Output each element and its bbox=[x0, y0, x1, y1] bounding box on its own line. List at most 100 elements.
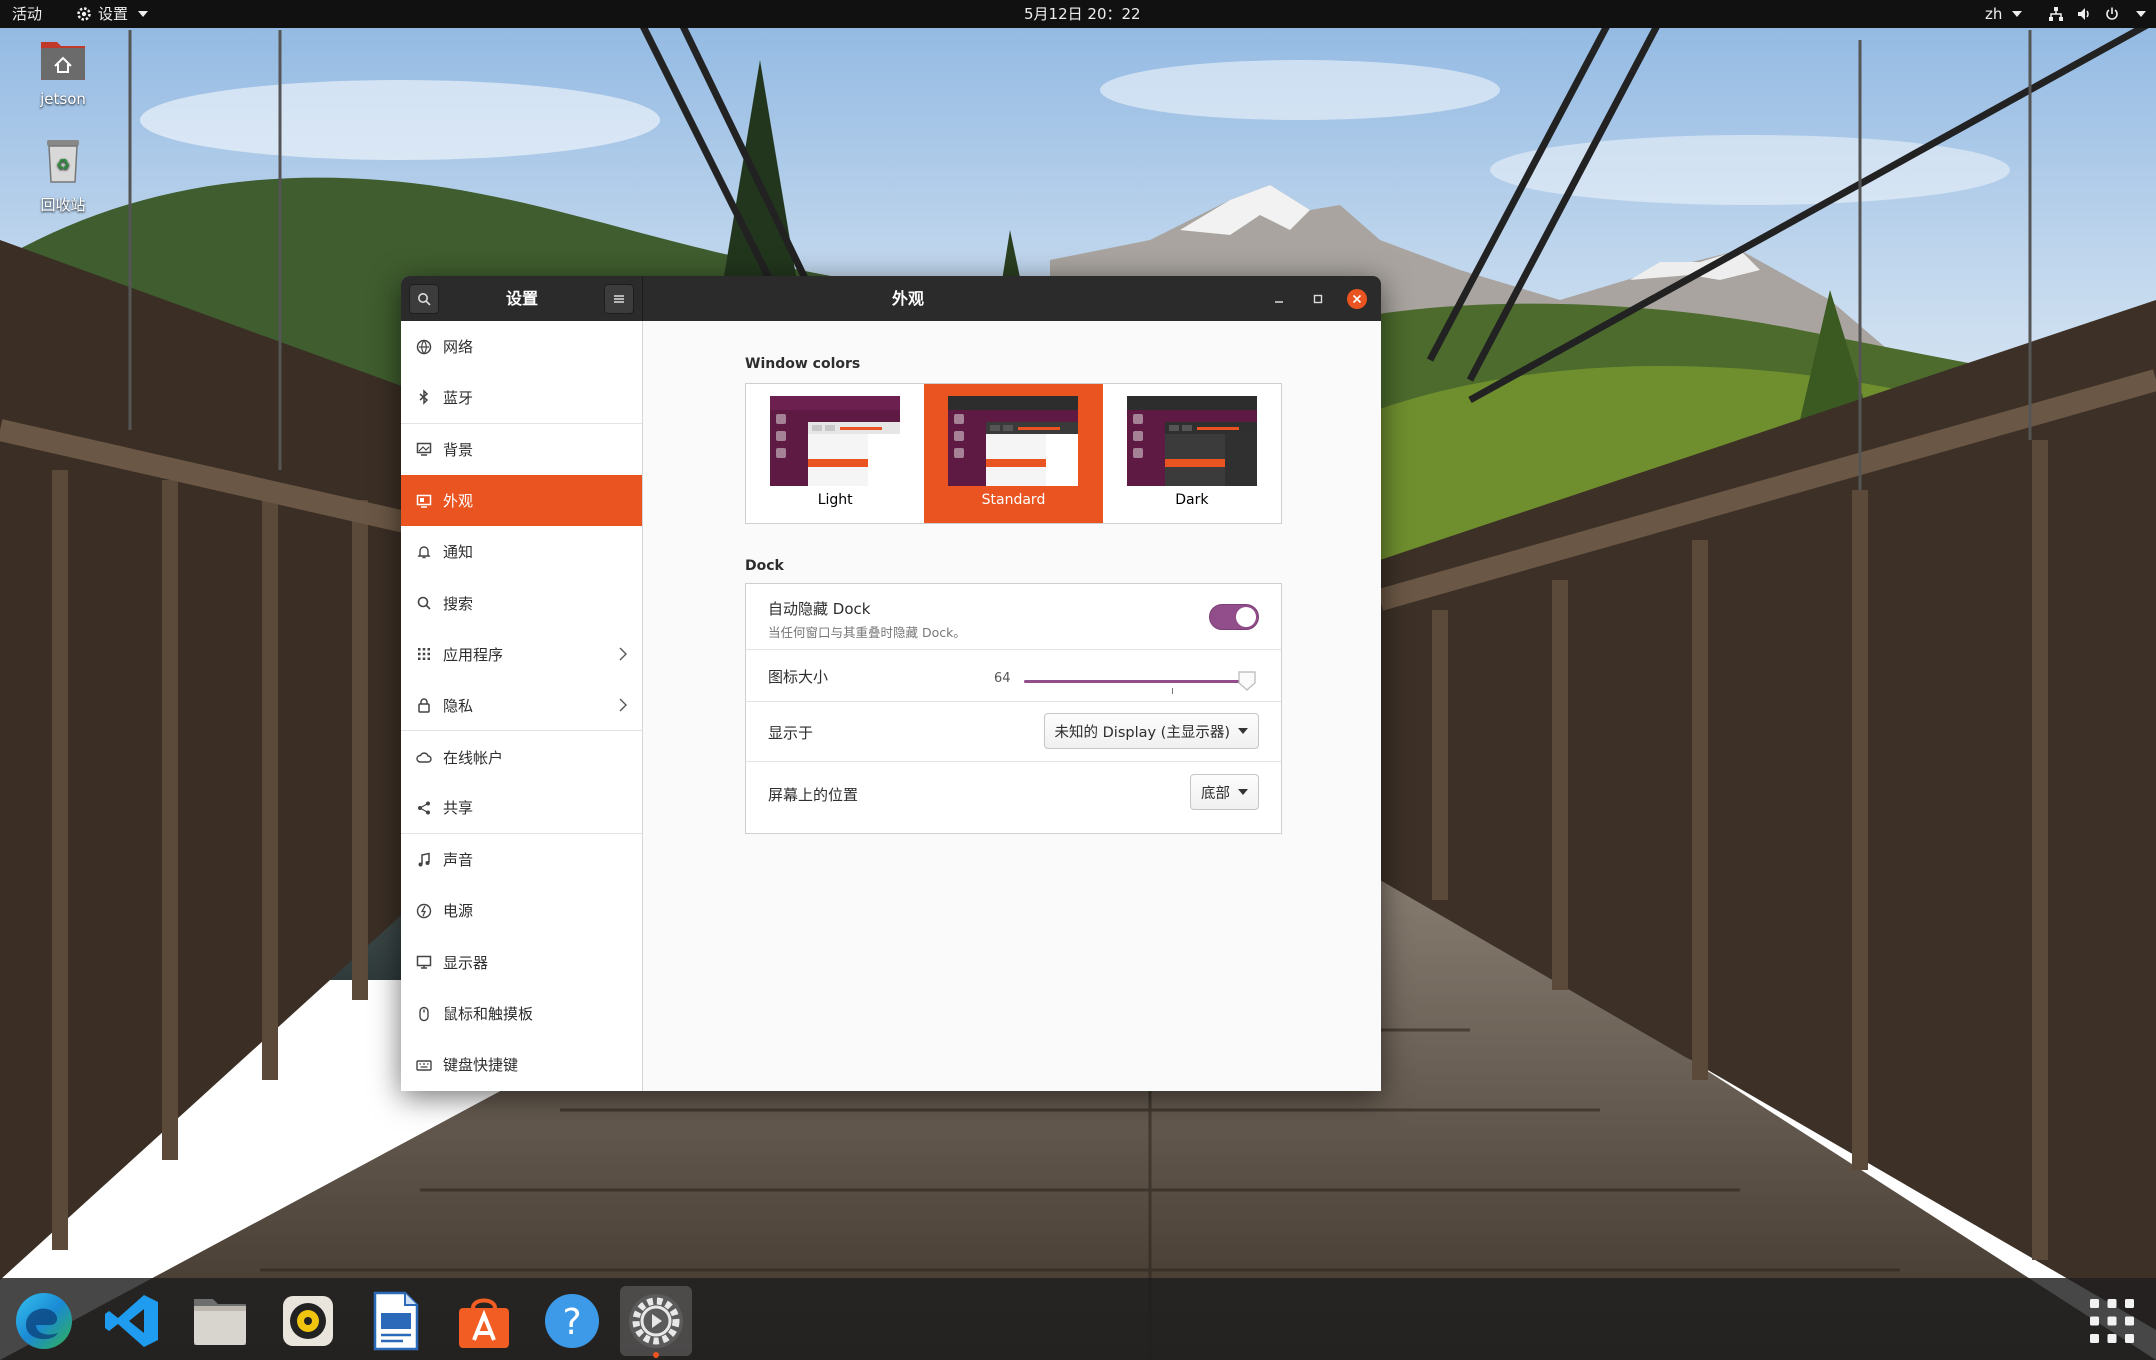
dock: ? bbox=[0, 1278, 2156, 1360]
hamburger-menu-button[interactable] bbox=[604, 284, 634, 314]
clock[interactable]: 5月12日 20：22 bbox=[1024, 0, 1141, 28]
appearance-icon bbox=[415, 492, 433, 510]
chevron-down-icon bbox=[138, 11, 149, 17]
sidebar-item-network[interactable]: 网络 bbox=[401, 321, 642, 372]
sidebar-item-label: 通知 bbox=[443, 543, 474, 562]
chevron-down-icon bbox=[1238, 728, 1248, 734]
sidebar-item-label: 显示器 bbox=[443, 953, 489, 972]
window-color-label: Standard bbox=[981, 492, 1046, 508]
help-icon: ? bbox=[545, 1294, 599, 1348]
dock-app-writer[interactable] bbox=[360, 1286, 432, 1356]
icon-size-slider-track[interactable] bbox=[1024, 680, 1247, 683]
app-menu-button[interactable]: 设置 bbox=[76, 0, 149, 28]
sidebar-item-label: 隐私 bbox=[443, 696, 474, 715]
cloud-icon bbox=[415, 748, 433, 766]
sidebar-item-label: 应用程序 bbox=[443, 645, 504, 664]
sidebar-item-online-accounts[interactable]: 在线帐户 bbox=[401, 731, 642, 782]
dock-app-software[interactable] bbox=[448, 1286, 520, 1356]
dock-app-help[interactable]: ? bbox=[536, 1286, 608, 1356]
window-color-dark[interactable]: Dark bbox=[1103, 384, 1281, 523]
home-folder-icon bbox=[41, 42, 85, 80]
sidebar-item-sound[interactable]: 声音 bbox=[401, 834, 642, 885]
system-menu[interactable] bbox=[2048, 0, 2146, 28]
edge-browser-icon bbox=[16, 1293, 72, 1349]
maximize-button[interactable] bbox=[1308, 289, 1328, 309]
window-color-label: Dark bbox=[1175, 492, 1209, 508]
position-label: 屏幕上的位置 bbox=[768, 786, 859, 804]
volume-icon bbox=[2078, 8, 2089, 20]
app-menu-label: 设置 bbox=[98, 5, 129, 23]
sidebar-item-label: 键盘快捷键 bbox=[443, 1056, 519, 1075]
appearance-panel: Window colors Light Standard Dark Dock 自… bbox=[644, 321, 1381, 1091]
sidebar-item-bluetooth[interactable]: 蓝牙 bbox=[401, 372, 642, 424]
position-value: 底部 bbox=[1201, 785, 1230, 802]
desktop-icon-home[interactable]: jetson bbox=[18, 36, 108, 108]
trash-icon: ♻ bbox=[47, 140, 79, 183]
bell-icon bbox=[415, 543, 433, 561]
input-method-menu[interactable]: zh bbox=[1985, 0, 2023, 28]
icon-size-slider-handle[interactable] bbox=[1236, 670, 1258, 692]
show-on-value: 未知的 Display (主显示器) bbox=[1054, 724, 1230, 741]
chevron-right-icon bbox=[619, 647, 627, 661]
autohide-dock-toggle[interactable] bbox=[1209, 604, 1259, 630]
minimize-button[interactable] bbox=[1269, 289, 1289, 309]
apps-grid-icon bbox=[415, 645, 433, 663]
activities-label: 活动 bbox=[12, 5, 43, 23]
dock-app-rhythmbox[interactable] bbox=[272, 1286, 344, 1356]
dock-app-files[interactable] bbox=[184, 1286, 256, 1356]
svg-text:♻: ♻ bbox=[56, 155, 70, 174]
sidebar-item-appearance[interactable]: 外观 bbox=[401, 474, 642, 527]
standard-theme-preview-icon bbox=[948, 396, 1079, 486]
keyboard-icon bbox=[415, 1056, 433, 1074]
sidebar-item-applications[interactable]: 应用程序 bbox=[401, 629, 642, 680]
window-color-standard[interactable]: Standard bbox=[924, 384, 1103, 523]
maximize-icon bbox=[1313, 294, 1323, 304]
sidebar-item-search[interactable]: 搜索 bbox=[401, 577, 642, 628]
running-indicator bbox=[653, 1352, 659, 1358]
dock-app-vscode[interactable] bbox=[96, 1286, 168, 1356]
sidebar-item-sharing[interactable]: 共享 bbox=[401, 783, 642, 834]
autohide-dock-title: 自动隐藏 Dock bbox=[768, 600, 871, 618]
light-theme-preview-icon bbox=[770, 396, 901, 486]
app-grid-icon bbox=[2090, 1299, 2134, 1343]
input-method-label: zh bbox=[1985, 5, 2003, 23]
dock-app-settings[interactable] bbox=[620, 1286, 692, 1358]
sidebar-item-mouse-touchpad[interactable]: 鼠标和触摸板 bbox=[401, 988, 642, 1039]
activities-button[interactable]: 活动 bbox=[12, 0, 42, 28]
close-button[interactable] bbox=[1347, 289, 1367, 309]
desktop-icon-trash[interactable]: ♻ 回收站 bbox=[18, 136, 108, 215]
window-titlebar[interactable]: 设置 外观 bbox=[401, 276, 1381, 321]
hamburger-menu-icon bbox=[614, 295, 624, 303]
mouse-icon bbox=[415, 1005, 433, 1023]
sidebar-item-label: 共享 bbox=[443, 799, 474, 818]
sidebar-item-notifications[interactable]: 通知 bbox=[401, 526, 642, 577]
dock-heading: Dock bbox=[745, 558, 784, 574]
sidebar-item-power[interactable]: 电源 bbox=[401, 885, 642, 936]
music-note-icon bbox=[415, 851, 433, 869]
dock-app-edge[interactable] bbox=[8, 1286, 80, 1356]
sidebar-item-privacy[interactable]: 隐私 bbox=[401, 680, 642, 732]
window-color-light[interactable]: Light bbox=[746, 384, 924, 523]
position-dropdown[interactable]: 底部 bbox=[1190, 774, 1259, 810]
sidebar-header: 设置 bbox=[401, 276, 643, 321]
search-icon bbox=[415, 594, 433, 612]
sidebar-item-label: 搜索 bbox=[443, 594, 474, 613]
sidebar-item-displays[interactable]: 显示器 bbox=[401, 937, 642, 988]
show-on-dropdown[interactable]: 未知的 Display (主显示器) bbox=[1043, 713, 1259, 749]
top-bar: 活动 设置 5月12日 20：22 zh bbox=[0, 0, 2156, 28]
autohide-dock-row[interactable]: 自动隐藏 Dock 当任何窗口与其重叠时隐藏 Dock。 bbox=[746, 584, 1281, 650]
sidebar-item-label: 蓝牙 bbox=[443, 388, 474, 407]
svg-text:?: ? bbox=[562, 1302, 581, 1343]
sidebar-item-keyboard-shortcuts[interactable]: 键盘快捷键 bbox=[401, 1039, 642, 1090]
sidebar-item-label: 在线帐户 bbox=[443, 748, 504, 767]
show-applications-button[interactable] bbox=[2076, 1286, 2148, 1356]
autohide-dock-subtitle: 当任何窗口与其重叠时隐藏 Dock。 bbox=[768, 625, 966, 640]
icon-size-slider-mark bbox=[1172, 688, 1173, 694]
window-colors-selector: Light Standard Dark bbox=[745, 383, 1282, 524]
panel-title: 外观 bbox=[891, 289, 924, 308]
position-row: 屏幕上的位置 底部 bbox=[746, 762, 1281, 833]
sidebar-item-background[interactable]: 背景 bbox=[401, 424, 642, 475]
display-icon bbox=[415, 953, 433, 971]
sidebar-item-label: 网络 bbox=[443, 338, 474, 357]
icon-size-value: 64 bbox=[994, 671, 1011, 686]
